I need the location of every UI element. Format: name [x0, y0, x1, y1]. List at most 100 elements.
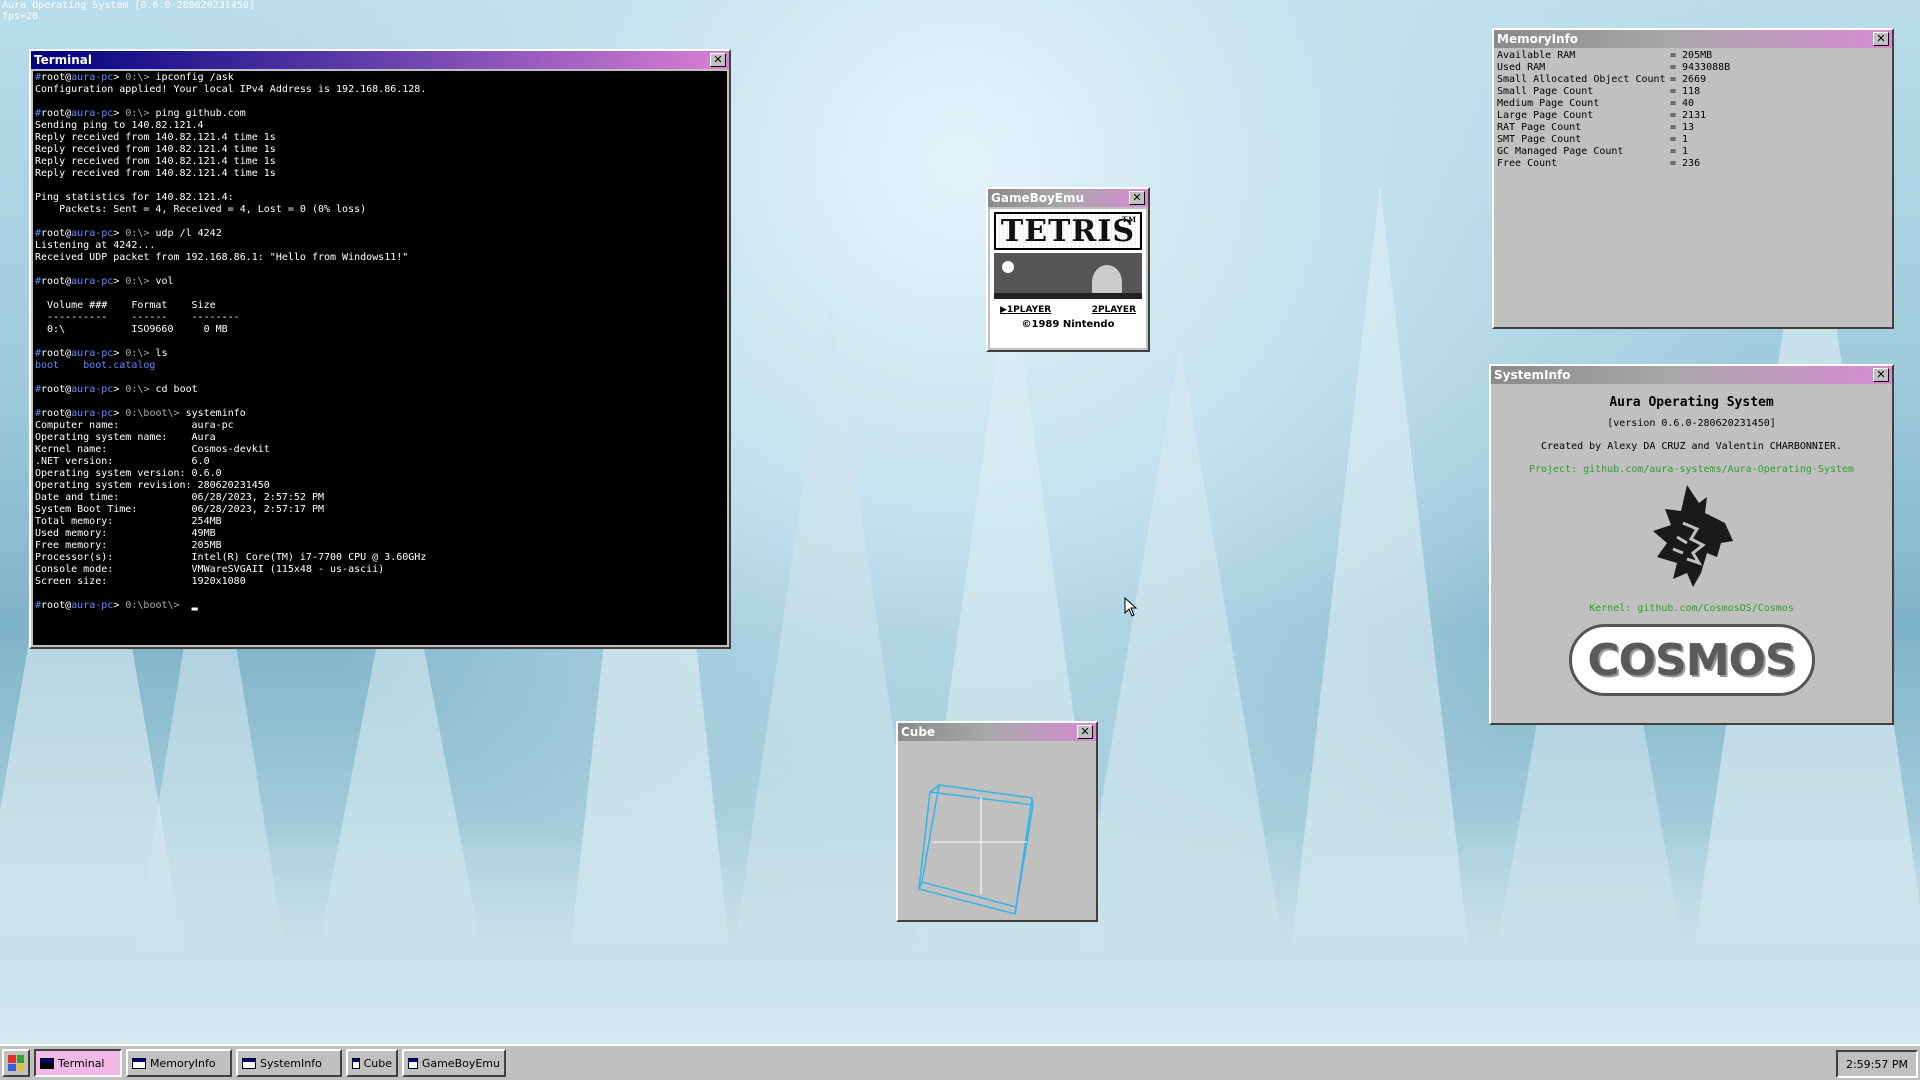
prompt-user: root	[41, 384, 66, 395]
prompt-sep: >	[113, 72, 126, 83]
sysinfo-kernel-link[interactable]: Kernel: github.com/CosmosOS/Cosmos	[1491, 603, 1892, 614]
memory-row: SMT Page Count = 1	[1497, 134, 1889, 146]
memory-value: = 40	[1670, 98, 1695, 109]
taskbar: Terminal MemoryInfo SystemInfo Cube Game…	[0, 1044, 1920, 1080]
terminal-line: Reply received from 140.82.121.4 time 1s	[35, 168, 276, 179]
gameboy-titlebar[interactable]: GameBoyEmu ✕	[988, 189, 1148, 207]
tetris-logo: TETRIS TM	[994, 212, 1142, 250]
terminal-line: Sending ping to 140.82.121.4	[35, 120, 204, 131]
terminal-line: Reply received from 140.82.121.4 time 1s	[35, 156, 276, 167]
terminal-line: #root@aura-pc> 0:\boot\> systeminfo	[35, 408, 725, 420]
memory-value: = 205MB	[1670, 50, 1713, 61]
terminal-line: Volume ### Format Size	[35, 300, 216, 311]
memory-key: Free Count	[1497, 158, 1558, 169]
systeminfo-titlebar[interactable]: SystemInfo ✕	[1491, 366, 1892, 384]
memory-row: Large Page Count = 2131	[1497, 110, 1889, 122]
close-icon[interactable]: ✕	[1129, 191, 1145, 205]
memory-value: = 118	[1670, 86, 1701, 97]
sysinfo-project-link[interactable]: Project: github.com/aura-systems/Aura-Op…	[1491, 464, 1892, 475]
memory-row: Medium Page Count = 40	[1497, 98, 1889, 110]
window-icon	[242, 1057, 256, 1069]
prompt-sep: >	[113, 228, 126, 239]
terminal-line: Console mode: VMWareSVGAII (115x48 - us-…	[35, 564, 385, 575]
memory-row: Used RAM = 9433088B	[1497, 62, 1889, 74]
os-version-label: Aura Operating System [0.6.0-28062023145…	[2, 0, 255, 11]
terminal-line: #root@aura-pc> 0:\> ping github.com	[35, 108, 725, 120]
prompt-host: aura-pc	[71, 384, 114, 395]
gameboy-screen[interactable]: TETRIS TM ▶1PLAYER 2PLAYER ©1989 Nintend…	[990, 209, 1146, 348]
terminal-line: Operating system version: 0.6.0	[35, 468, 222, 479]
taskbar-item-systeminfo[interactable]: SystemInfo	[236, 1049, 342, 1077]
terminal-line: Reply received from 140.82.121.4 time 1s	[35, 132, 276, 143]
taskbar-item-cube[interactable]: Cube	[346, 1049, 398, 1077]
taskbar-item-terminal[interactable]: Terminal	[34, 1049, 122, 1077]
memory-value: = 9433088B	[1670, 62, 1731, 73]
prompt-host: aura-pc	[71, 108, 114, 119]
tetris-scene	[994, 253, 1142, 299]
terminal-line: Listening at 4242...	[35, 240, 156, 251]
window-icon	[132, 1057, 146, 1069]
terminal-line: Date and time: 06/28/2023, 2:57:52 PM	[35, 492, 324, 503]
memory-table: Available RAM = 205MB Used RAM = 9433088B Sm…	[1494, 48, 1892, 172]
taskbar-item-memoryinfo[interactable]: MemoryInfo	[126, 1049, 232, 1077]
prompt-path: 0:\>	[125, 72, 150, 83]
prompt-sep: >	[113, 348, 126, 359]
prompt-user: root	[41, 228, 66, 239]
prompt-path: 0:\>	[125, 228, 150, 239]
prompt-host: aura-pc	[71, 72, 114, 83]
memory-key: RAT Page Count	[1497, 122, 1582, 133]
close-icon[interactable]: ✕	[1077, 725, 1093, 739]
close-icon[interactable]: ✕	[1873, 368, 1889, 382]
sysinfo-credits: Created by Alexy DA CRUZ and Valentin CH…	[1540, 441, 1843, 452]
terminal-window[interactable]: Terminal ✕ #root@aura-pc> 0:\> ipconfig …	[29, 49, 731, 649]
prompt-host: aura-pc	[71, 348, 114, 359]
memoryinfo-titlebar[interactable]: MemoryInfo ✕	[1494, 30, 1892, 48]
memory-row: Small Allocated Object Count = 2669	[1497, 74, 1889, 86]
cube-window[interactable]: Cube ✕	[896, 721, 1098, 922]
terminal-line: #root@aura-pc> 0:\> ls	[35, 348, 725, 360]
prompt-sep: >	[113, 108, 126, 119]
terminal-line: Total memory: 254MB	[35, 516, 222, 527]
terminal-line: Computer name: aura-pc	[35, 420, 234, 431]
file-entry: boot.catalog	[83, 360, 156, 371]
prompt-host: aura-pc	[71, 228, 114, 239]
memory-value: = 1	[1670, 146, 1689, 157]
command-text: cd boot	[155, 384, 198, 395]
gameboy-title: GameBoyEmu	[991, 191, 1085, 205]
taskbar-item-gameboyemu[interactable]: GameBoyEmu	[402, 1049, 506, 1077]
prompt-user: root	[41, 600, 66, 611]
prompt-user: root	[41, 348, 66, 359]
terminal-line: Operating system revision: 280620231450	[35, 480, 270, 491]
memory-key: Medium Page Count	[1497, 98, 1600, 109]
command-text: ls	[155, 348, 168, 359]
memory-key: Available RAM	[1497, 50, 1576, 61]
terminal-line: Configuration applied! Your local IPv4 A…	[35, 84, 427, 95]
memory-value: = 236	[1670, 158, 1701, 169]
gameboy-window[interactable]: GameBoyEmu ✕ TETRIS TM ▶1PLAYER 2PLAYER …	[986, 187, 1150, 352]
systeminfo-window[interactable]: SystemInfo ✕ Aura Operating System [vers…	[1489, 364, 1894, 725]
start-button[interactable]	[2, 1049, 30, 1077]
systeminfo-title: SystemInfo	[1494, 368, 1571, 382]
memory-key: SMT Page Count	[1497, 134, 1582, 145]
cube-titlebar[interactable]: Cube ✕	[898, 723, 1096, 741]
command-text: vol	[155, 276, 174, 287]
terminal-line: System Boot Time: 06/28/2023, 2:57:17 PM	[35, 504, 324, 515]
menu-2player[interactable]: 2PLAYER	[1092, 305, 1136, 315]
menu-1player[interactable]: ▶1PLAYER	[1000, 305, 1051, 315]
terminal-titlebar[interactable]: Terminal ✕	[31, 51, 729, 69]
terminal-line: 0:\ ISO9660 0 MB	[35, 324, 228, 335]
memory-row: GC Managed Page Count = 1	[1497, 146, 1889, 158]
terminal-line: #root@aura-pc> 0:\> udp /l 4242	[35, 228, 725, 240]
taskbar-clock[interactable]: 2:59:57 PM	[1835, 1050, 1918, 1078]
terminal-output[interactable]: #root@aura-pc> 0:\> ipconfig /ask Configu…	[33, 71, 727, 645]
memory-row: Available RAM = 205MB	[1497, 50, 1889, 62]
memoryinfo-window[interactable]: MemoryInfo ✕ Available RAM = 205MB Used RA…	[1492, 28, 1894, 329]
memory-row: RAT Page Count = 13	[1497, 122, 1889, 134]
close-icon[interactable]: ✕	[710, 53, 726, 67]
memory-row: Free Count = 236	[1497, 158, 1889, 170]
close-icon[interactable]: ✕	[1873, 32, 1889, 46]
